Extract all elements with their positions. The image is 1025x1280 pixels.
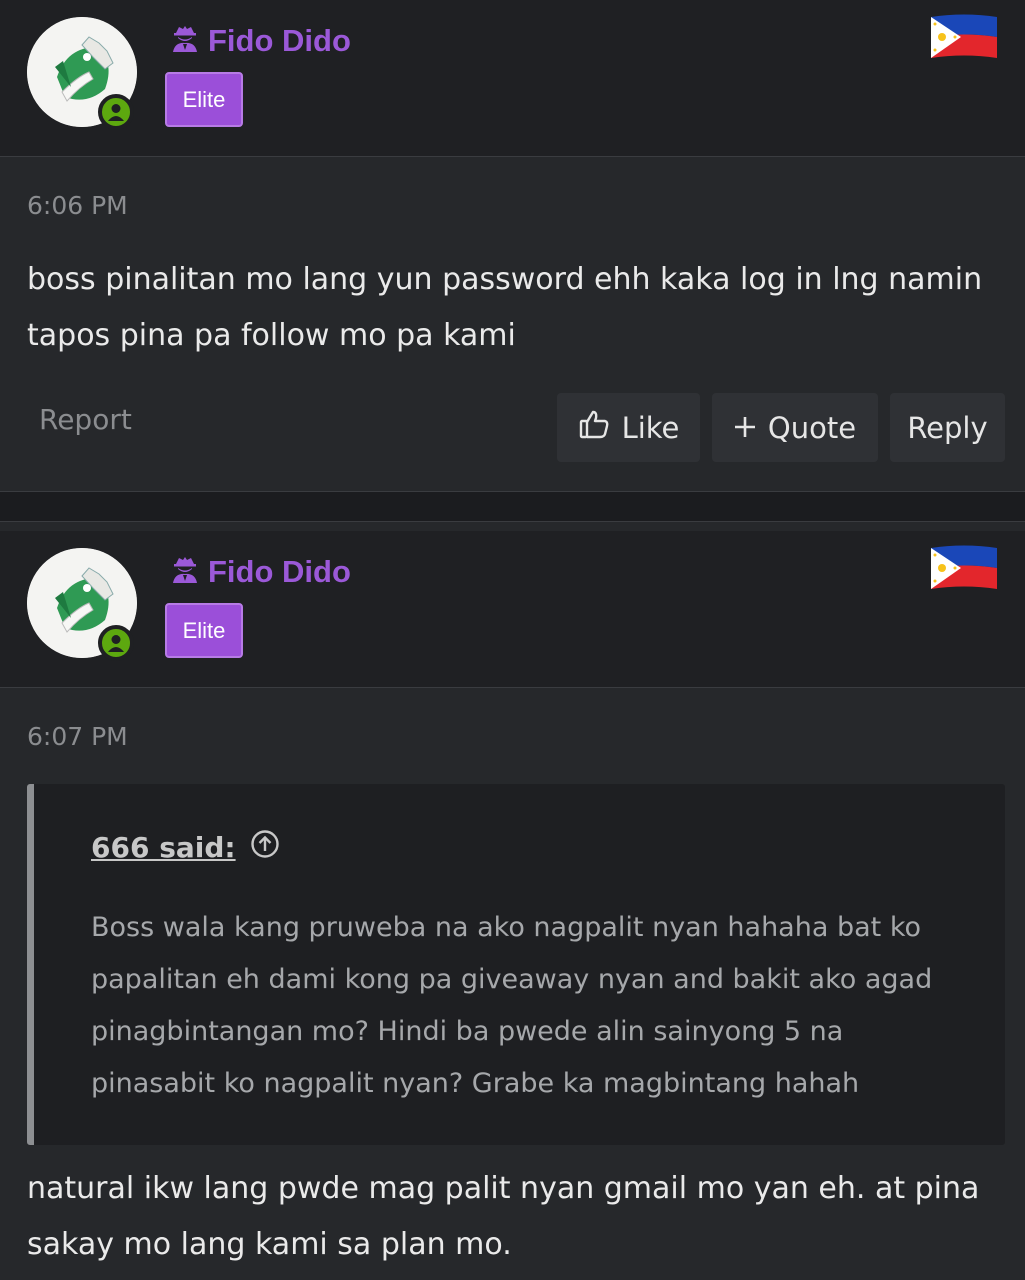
philippines-flag-icon — [931, 14, 997, 60]
arrow-up-circle-icon[interactable] — [250, 829, 280, 866]
avatar[interactable] — [27, 548, 137, 661]
post-header: Fido Dido Elite — [0, 531, 1025, 688]
post-message: boss pinalitan mo lang yun password ehh … — [27, 262, 983, 353]
reply-label: Reply — [907, 410, 988, 445]
report-link[interactable]: Report — [39, 403, 132, 436]
username-link[interactable]: Fido Dido — [170, 553, 351, 591]
spy-icon — [170, 22, 200, 60]
philippines-flag-icon — [931, 545, 997, 591]
user-online-icon — [98, 625, 134, 661]
user-badge: Elite — [165, 603, 243, 658]
quote-button[interactable]: Quote — [712, 393, 878, 462]
quote-author-text: 666 said: — [91, 831, 236, 864]
post-time[interactable]: 6:06 PM — [27, 191, 128, 220]
post-divider — [0, 491, 1025, 522]
user-badge: Elite — [165, 72, 243, 127]
avatar[interactable] — [27, 17, 137, 130]
quote-text: Boss wala kang pruweba na ako nagpalit n… — [91, 912, 933, 1099]
like-label: Like — [621, 410, 680, 445]
spy-icon — [170, 553, 200, 591]
thumbs-up-icon — [578, 408, 610, 447]
like-button[interactable]: Like — [557, 393, 700, 462]
post: Fido Dido Elite 6:06 PM boss pinalitan m… — [0, 0, 1025, 491]
quote-label: Quote — [767, 410, 857, 445]
quote-block: 666 said: Boss wala kang pruweba na ako … — [27, 784, 1005, 1145]
quote-author-link[interactable]: 666 said: — [91, 829, 280, 866]
post-header: Fido Dido Elite — [0, 0, 1025, 157]
username-text: Fido Dido — [208, 554, 351, 589]
username-link[interactable]: Fido Dido — [170, 22, 351, 60]
username-text: Fido Dido — [208, 23, 351, 58]
reply-button[interactable]: Reply — [890, 393, 1005, 462]
post-message: natural ikw lang pwde mag palit nyan gma… — [27, 1171, 980, 1262]
plus-icon — [734, 411, 756, 445]
post-time[interactable]: 6:07 PM — [27, 722, 128, 751]
user-online-icon — [98, 94, 134, 130]
